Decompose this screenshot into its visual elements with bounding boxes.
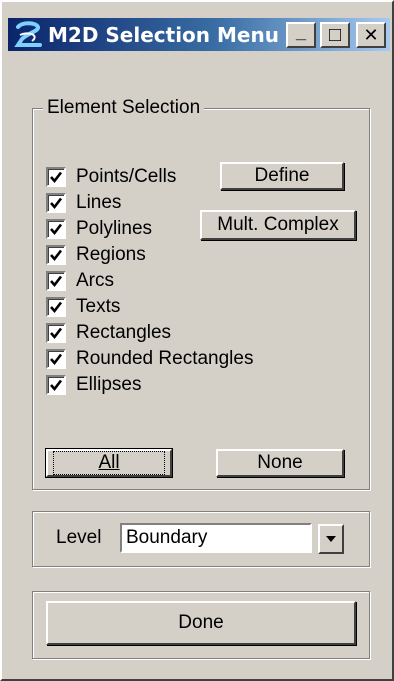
checklist-row[interactable]: Regions [46,242,253,268]
checkmark-icon [50,327,63,340]
none-button-label: None [257,452,303,473]
checklist-label: Lines [76,192,122,213]
checkmark-icon [50,379,63,392]
checkbox[interactable] [46,349,66,369]
element-selection-legend: Element Selection [43,97,205,119]
checklist-label: Rectangles [76,322,172,343]
checkmark-icon [50,223,63,236]
done-button[interactable]: Done [46,601,356,645]
checkbox[interactable] [46,245,66,265]
window-title: M2D Selection Menu [48,22,279,47]
checklist-label: Regions [76,244,146,265]
define-button-label: Define [254,165,310,186]
title-buttons: _ □ ✕ [286,22,386,48]
done-button-label: Done [178,612,224,633]
checkmark-icon [50,249,63,262]
close-icon: ✕ [363,25,379,45]
checkbox[interactable] [46,193,66,213]
none-button[interactable]: None [216,449,344,477]
app-logo-icon [12,20,46,50]
checklist-row[interactable]: Rectangles [46,320,253,346]
chevron-down-icon [326,536,336,542]
level-dropdown-button[interactable] [318,524,344,554]
checkbox[interactable] [46,167,66,187]
minimize-icon: _ [295,22,306,42]
checkbox[interactable] [46,297,66,317]
checkbox[interactable] [46,271,66,291]
checklist-label: Points/Cells [76,166,177,187]
checklist-label: Polylines [76,218,153,239]
all-button[interactable]: All [45,448,173,478]
checkbox[interactable] [46,375,66,395]
all-button-label: All [53,451,165,475]
close-button[interactable]: ✕ [356,22,386,48]
level-label: Level [56,527,102,548]
checklist-row[interactable]: Texts [46,294,253,320]
define-button[interactable]: Define [220,162,344,190]
checklist-label: Texts [76,296,121,317]
maximize-button[interactable]: □ [320,22,350,48]
checklist-label: Ellipses [76,374,142,395]
checklist-label: Rounded Rectangles [76,348,254,369]
title-bar[interactable]: M2D Selection Menu _ □ ✕ [8,18,390,51]
checkbox[interactable] [46,219,66,239]
element-type-checklist: Points/Cells Lines Polylines Regions Arcs Tex… [46,164,253,398]
checkmark-icon [50,275,63,288]
checklist-row[interactable]: Rounded Rectangles [46,346,253,372]
maximize-icon: □ [328,24,342,46]
selection-menu-window: M2D Selection Menu _ □ ✕ Element Selecti… [0,0,394,681]
checkmark-icon [50,353,63,366]
mult-complex-button-label: Mult. Complex [217,214,339,235]
mult-complex-button[interactable]: Mult. Complex [200,210,356,240]
checkmark-icon [50,301,63,314]
checkmark-icon [50,171,63,184]
checklist-label: Arcs [76,270,114,291]
level-field[interactable]: Boundary [120,523,312,553]
checklist-row[interactable]: Arcs [46,268,253,294]
checklist-row[interactable]: Ellipses [46,372,253,398]
minimize-button[interactable]: _ [286,22,316,48]
checkbox[interactable] [46,323,66,343]
checkmark-icon [50,197,63,210]
